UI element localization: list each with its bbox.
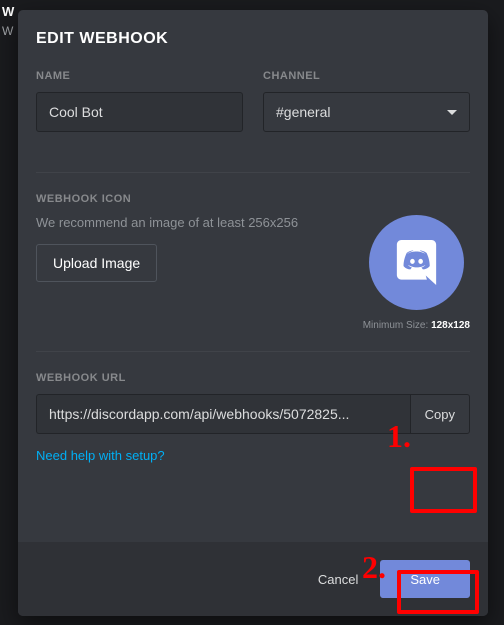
upload-image-button[interactable]: Upload Image	[36, 244, 157, 282]
icon-label: WEBHOOK ICON	[36, 193, 470, 205]
min-size-value: 128x128	[431, 320, 470, 331]
name-input[interactable]	[36, 92, 243, 132]
icon-hint: We recommend an image of at least 256x25…	[36, 215, 347, 230]
url-section: WEBHOOK URL Copy Need help with setup?	[36, 352, 470, 495]
channel-col: CHANNEL #general	[263, 70, 470, 132]
channel-select[interactable]: #general	[263, 92, 470, 132]
spacer-top	[36, 132, 470, 172]
edit-webhook-modal: EDIT WEBHOOK NAME CHANNEL #general WEBHO…	[18, 10, 488, 616]
copy-button[interactable]: Copy	[410, 394, 470, 434]
name-col: NAME	[36, 70, 243, 132]
help-link[interactable]: Need help with setup?	[36, 448, 165, 463]
icon-section: WEBHOOK ICON We recommend an image of at…	[36, 173, 470, 351]
name-label: NAME	[36, 70, 243, 82]
cancel-button[interactable]: Cancel	[300, 562, 376, 597]
modal-footer: Cancel Save	[18, 542, 488, 616]
webhook-avatar[interactable]	[369, 215, 464, 310]
discord-logo-icon	[389, 235, 444, 290]
min-size-prefix: Minimum Size:	[363, 320, 431, 331]
icon-right: Minimum Size: 128x128	[363, 215, 470, 331]
bg-desc: W	[2, 24, 13, 38]
modal-body: EDIT WEBHOOK NAME CHANNEL #general WEBHO…	[18, 10, 488, 542]
save-button[interactable]: Save	[380, 560, 470, 598]
channel-value: #general	[276, 104, 447, 120]
name-channel-row: NAME CHANNEL #general	[36, 70, 470, 132]
channel-label: CHANNEL	[263, 70, 470, 82]
url-row: Copy	[36, 394, 470, 434]
min-size-text: Minimum Size: 128x128	[363, 320, 470, 331]
icon-left: We recommend an image of at least 256x25…	[36, 215, 347, 282]
webhook-url-input[interactable]	[36, 394, 410, 434]
bg-heading: W	[2, 4, 14, 19]
modal-title: EDIT WEBHOOK	[36, 30, 470, 48]
url-label: WEBHOOK URL	[36, 372, 470, 384]
icon-row: We recommend an image of at least 256x25…	[36, 215, 470, 331]
chevron-down-icon	[447, 110, 457, 115]
